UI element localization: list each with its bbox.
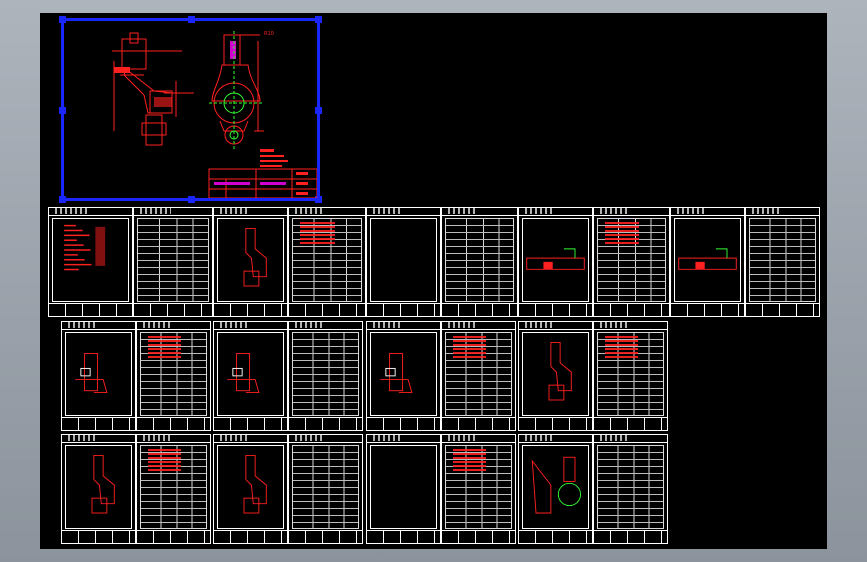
process-picture-sheet[interactable]	[518, 321, 593, 431]
process-picture-sheet[interactable]	[213, 321, 288, 431]
process-picture-sheet[interactable]	[48, 207, 133, 317]
process-table-sheet[interactable]	[136, 321, 211, 431]
process-picture-sheet[interactable]	[61, 321, 136, 431]
process-table-sheet[interactable]	[288, 207, 366, 317]
process-table-sheet[interactable]	[133, 207, 213, 317]
process-picture-sheet[interactable]	[518, 207, 593, 317]
process-picture-sheet[interactable]	[366, 321, 441, 431]
process-picture-sheet[interactable]	[366, 434, 441, 544]
process-table-sheet[interactable]	[441, 321, 516, 431]
process-picture-sheet[interactable]	[61, 434, 136, 544]
process-picture-sheet[interactable]	[670, 207, 745, 317]
process-picture-sheet[interactable]	[213, 434, 288, 544]
process-picture-sheet[interactable]	[366, 207, 441, 317]
process-table-sheet[interactable]	[593, 434, 668, 544]
process-table-sheet[interactable]	[441, 207, 518, 317]
process-card-sheets	[0, 0, 867, 562]
process-picture-sheet[interactable]	[213, 207, 288, 317]
process-table-sheet[interactable]	[441, 434, 516, 544]
process-picture-sheet[interactable]	[518, 434, 593, 544]
process-table-sheet[interactable]	[288, 321, 363, 431]
process-table-sheet[interactable]	[288, 434, 363, 544]
process-table-sheet[interactable]	[745, 207, 820, 317]
process-table-sheet[interactable]	[136, 434, 211, 544]
process-table-sheet[interactable]	[593, 321, 668, 431]
process-table-sheet[interactable]	[593, 207, 670, 317]
